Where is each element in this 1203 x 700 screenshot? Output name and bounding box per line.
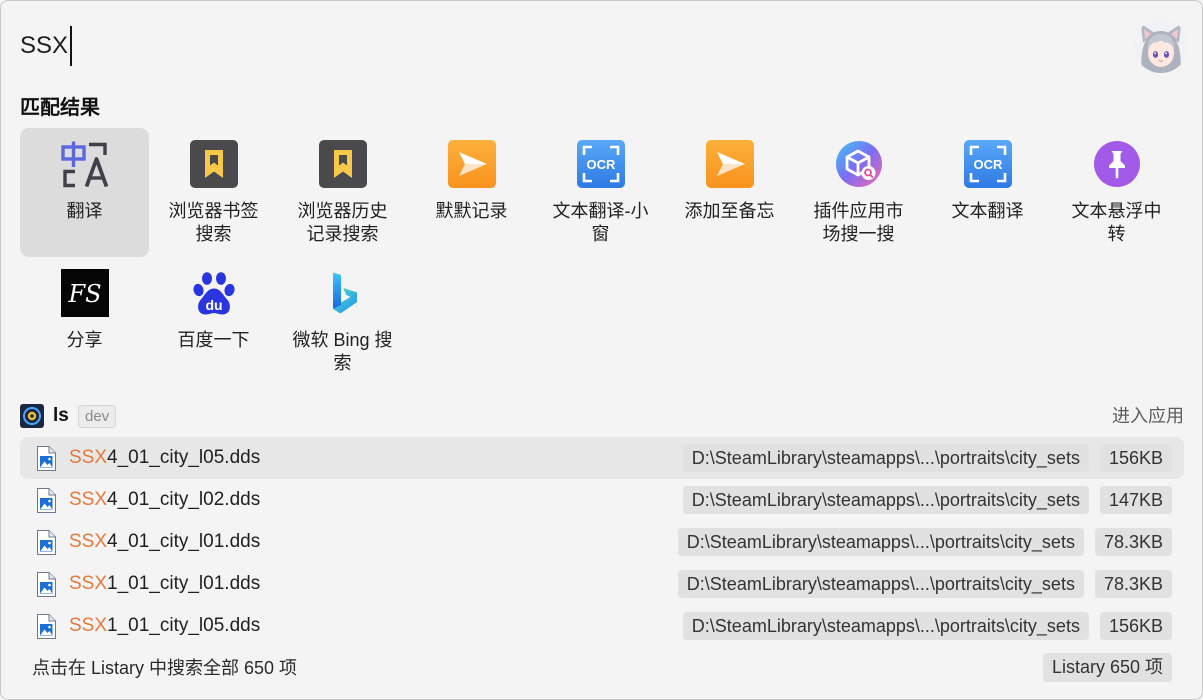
image-file-icon	[37, 446, 56, 471]
file-path-chip: D:\SteamLibrary\steamapps\...\portraits\…	[682, 612, 1089, 640]
app-item-add-to-memo[interactable]: 添加至备忘	[665, 128, 794, 257]
file-name: SSX1_01_city_l05.dds	[69, 605, 260, 647]
app-item-label: 百度一下	[177, 330, 250, 350]
svg-text:OCR: OCR	[973, 157, 1003, 172]
file-name-match: SSX	[69, 489, 108, 510]
app-item-browser-history-search[interactable]: 浏览器历史记录搜索	[278, 128, 407, 257]
file-name-match: SSX	[69, 573, 108, 594]
file-size-chip: 78.3KB	[1094, 570, 1172, 598]
file-result-list: SSX4_01_city_l05.dds D:\SteamLibrary\ste…	[20, 437, 1184, 647]
file-row[interactable]: SSX4_01_city_l02.dds D:\SteamLibrary\ste…	[20, 479, 1184, 521]
app-item-label: 文本悬浮中转	[1071, 201, 1162, 244]
ocr-icon: OCR	[576, 140, 625, 188]
app-item-plugin-market-search[interactable]: 插件应用市场搜一搜	[794, 128, 923, 257]
plugin-section-header: ls dev 进入应用	[20, 404, 1184, 429]
svg-text:OCR: OCR	[586, 157, 616, 172]
app-item-label: 文本翻译-小窗	[552, 201, 649, 244]
app-item-label: 微软 Bing 搜索	[292, 330, 393, 373]
app-item-text-float-relay[interactable]: 文本悬浮中转	[1052, 128, 1181, 257]
file-size-chip: 78.3KB	[1094, 528, 1172, 556]
bookmark-icon	[318, 140, 367, 188]
match-results-heading: 匹配结果	[20, 97, 100, 119]
file-meta: D:\SteamLibrary\steamapps\...\portraits\…	[682, 486, 1172, 514]
file-size-chip: 147KB	[1099, 486, 1172, 514]
file-size-chip: 156KB	[1099, 444, 1172, 472]
app-grid: 翻译 浏览器书签搜索 浏览器历史记录搜索 默默记录 OCR 文本翻译-小窗 添加…	[20, 128, 1181, 386]
file-meta: D:\SteamLibrary\steamapps\...\portraits\…	[682, 444, 1172, 472]
plugin-market-icon	[835, 141, 882, 187]
enter-app-link[interactable]: 进入应用	[1112, 404, 1184, 428]
app-item-baidu-search[interactable]: du 百度一下	[149, 257, 278, 386]
app-item-translate[interactable]: 翻译	[20, 128, 149, 257]
app-item-browser-bookmark-search[interactable]: 浏览器书签搜索	[149, 128, 278, 257]
file-name: SSX4_01_city_l02.dds	[69, 479, 260, 521]
file-name-match: SSX	[69, 447, 108, 468]
listary-count-badge: Listary 650 项	[1042, 653, 1172, 682]
launcher-window: SSX 匹配结果 翻译 浏览器书签搜索 浏览器历史记录搜索 默默记录 OCR 文…	[0, 0, 1203, 700]
dev-badge: dev	[78, 405, 117, 428]
file-name-match: SSX	[69, 531, 108, 552]
app-item-bing-search[interactable]: 微软 Bing 搜索	[278, 257, 407, 386]
text-caret	[70, 26, 72, 66]
app-item-label: 添加至备忘	[684, 201, 775, 221]
plugin-name: ls	[53, 405, 69, 426]
file-row[interactable]: SSX4_01_city_l01.dds D:\SteamLibrary\ste…	[20, 521, 1184, 563]
paper-plane-icon	[705, 140, 754, 188]
file-meta: D:\SteamLibrary\steamapps\...\portraits\…	[682, 612, 1172, 640]
user-avatar[interactable]	[1134, 19, 1188, 73]
image-file-icon	[37, 614, 56, 639]
baidu-icon: du	[192, 272, 235, 315]
image-file-icon	[37, 488, 56, 513]
translate-icon	[60, 141, 108, 188]
app-item-label: 插件应用市场搜一搜	[813, 201, 904, 244]
file-path-chip: D:\SteamLibrary\steamapps\...\portraits\…	[682, 444, 1089, 472]
file-path-chip: D:\SteamLibrary\steamapps\...\portraits\…	[677, 528, 1084, 556]
image-file-icon	[37, 572, 56, 597]
file-name-rest: 4_01_city_l05.dds	[107, 447, 261, 468]
app-item-share[interactable]: FS 分享	[20, 257, 149, 386]
file-meta: D:\SteamLibrary\steamapps\...\portraits\…	[677, 528, 1172, 556]
file-name-rest: 1_01_city_l01.dds	[107, 573, 261, 594]
app-item-label: 浏览器书签搜索	[168, 201, 259, 244]
fs-share-icon: FS	[60, 269, 109, 317]
app-item-text-translate-mini-window[interactable]: OCR 文本翻译-小窗	[536, 128, 665, 257]
file-name: SSX1_01_city_l01.dds	[69, 563, 260, 605]
file-meta: D:\SteamLibrary\steamapps\...\portraits\…	[677, 570, 1172, 598]
app-item-text-translate[interactable]: OCR 文本翻译	[923, 128, 1052, 257]
app-item-label: 翻译	[66, 201, 103, 221]
file-path-chip: D:\SteamLibrary\steamapps\...\portraits\…	[682, 486, 1089, 514]
bookmark-icon	[189, 140, 238, 188]
pin-icon	[1093, 141, 1140, 187]
app-item-label: 文本翻译	[951, 201, 1024, 221]
image-file-icon	[37, 530, 56, 555]
search-query-text: SSX	[20, 32, 69, 59]
file-name-rest: 4_01_city_l02.dds	[107, 489, 261, 510]
bing-icon	[332, 272, 357, 314]
svg-text:FS: FS	[67, 280, 101, 308]
app-item-label: 浏览器历史记录搜索	[297, 201, 388, 244]
ls-plugin-icon	[20, 404, 44, 428]
file-row[interactable]: SSX1_01_city_l05.dds D:\SteamLibrary\ste…	[20, 605, 1184, 647]
search-all-in-listary-link[interactable]: 点击在 Listary 中搜索全部 650 项	[32, 654, 297, 682]
file-row[interactable]: SSX4_01_city_l05.dds D:\SteamLibrary\ste…	[20, 437, 1184, 479]
svg-text:du: du	[205, 297, 222, 313]
file-name: SSX4_01_city_l01.dds	[69, 521, 260, 563]
file-name: SSX4_01_city_l05.dds	[69, 437, 260, 479]
file-row[interactable]: SSX1_01_city_l01.dds D:\SteamLibrary\ste…	[20, 563, 1184, 605]
file-size-chip: 156KB	[1099, 612, 1172, 640]
file-name-rest: 1_01_city_l05.dds	[107, 615, 261, 636]
avatar-icon	[1134, 19, 1188, 73]
ocr-icon: OCR	[963, 140, 1012, 188]
paper-plane-icon	[447, 140, 496, 188]
search-input[interactable]: SSX	[20, 26, 72, 66]
app-item-momo-notes[interactable]: 默默记录	[407, 128, 536, 257]
file-name-match: SSX	[69, 615, 108, 636]
app-item-label: 分享	[66, 330, 103, 350]
file-path-chip: D:\SteamLibrary\steamapps\...\portraits\…	[677, 570, 1084, 598]
app-item-label: 默默记录	[435, 201, 508, 221]
file-name-rest: 4_01_city_l01.dds	[107, 531, 261, 552]
